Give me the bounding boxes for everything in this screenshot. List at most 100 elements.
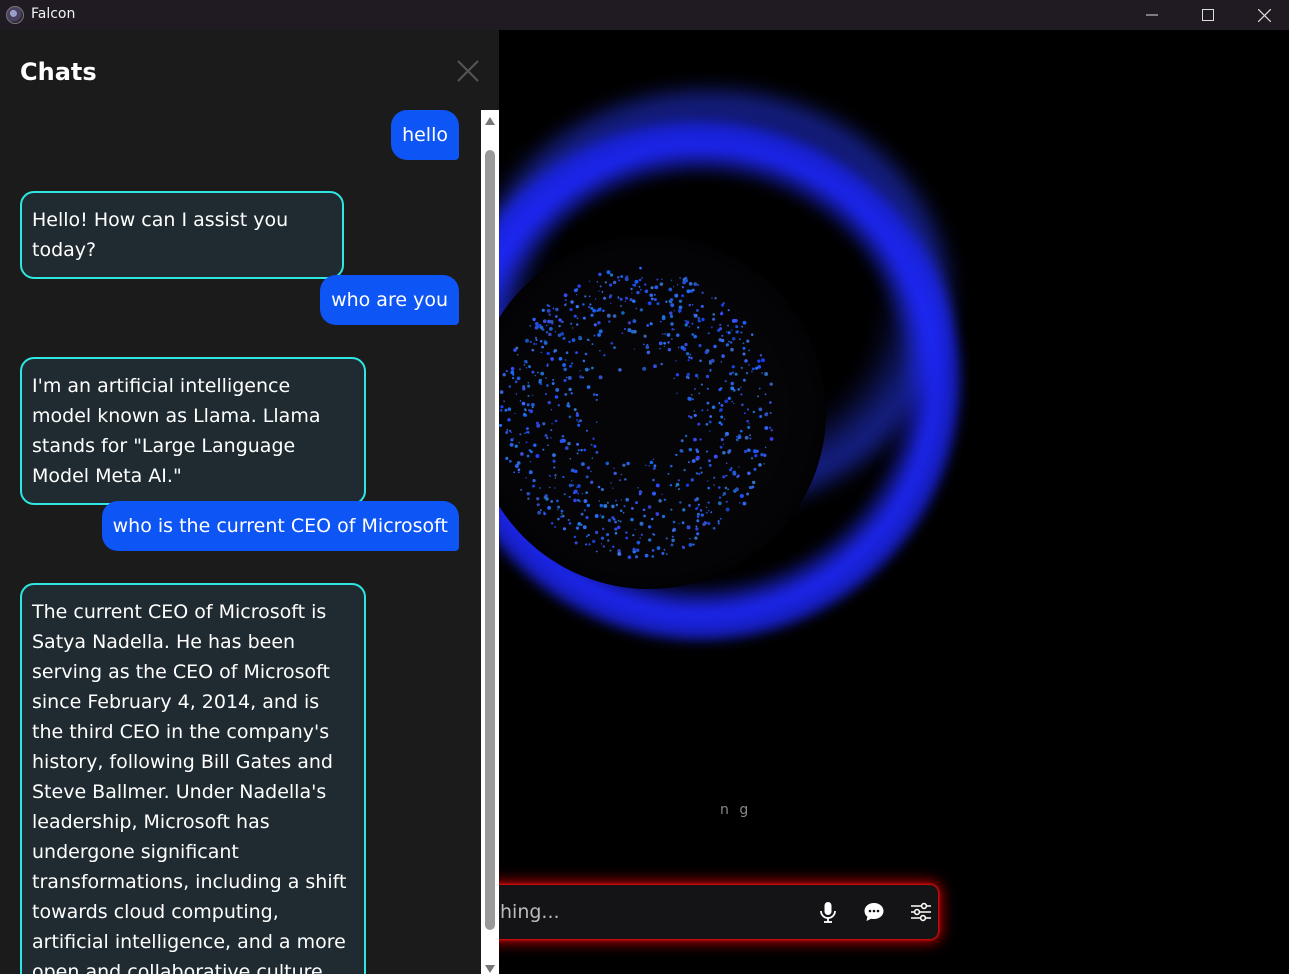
particle-dot <box>564 446 569 450</box>
particle-dot <box>712 313 715 316</box>
particle-dot <box>649 460 654 465</box>
particle-dot <box>626 461 630 466</box>
minimize-button[interactable] <box>1124 0 1180 30</box>
scroll-up-arrow-icon[interactable] <box>484 116 496 126</box>
particle-dot <box>555 387 560 392</box>
particle-dot <box>724 435 726 437</box>
particle-dot <box>765 412 769 415</box>
particle-dot <box>610 482 612 484</box>
particle-dot <box>575 486 578 489</box>
particle-dot <box>678 299 683 303</box>
microphone-icon[interactable] <box>816 900 840 924</box>
particle-dot <box>669 314 674 318</box>
particle-dot <box>571 480 573 482</box>
sliders-icon[interactable] <box>909 900 933 924</box>
particle-dot <box>717 501 722 506</box>
particle-dot <box>605 461 610 466</box>
maximize-icon <box>1202 9 1214 21</box>
particle-dot <box>695 525 698 528</box>
particle-dot <box>722 443 725 445</box>
particle-dot <box>525 431 528 434</box>
particle-dot <box>688 543 693 547</box>
particle-dot <box>546 364 549 367</box>
particle-dot <box>561 514 565 518</box>
particle-dot <box>579 375 583 379</box>
particle-dot <box>540 371 545 376</box>
particle-dot <box>656 278 659 281</box>
particle-dot <box>513 471 516 474</box>
particle-dot <box>693 410 696 412</box>
particle-dot <box>609 294 613 298</box>
particle-dot <box>721 311 723 314</box>
particle-dot <box>574 541 578 545</box>
particle-dot <box>500 405 504 409</box>
particle-dot <box>652 491 656 496</box>
particle-dot <box>697 377 699 379</box>
particle-dot <box>546 436 549 440</box>
particle-dot <box>589 303 592 306</box>
particle-dot <box>505 456 508 460</box>
close-window-button[interactable] <box>1236 0 1289 30</box>
scroll-down-arrow-icon[interactable] <box>484 964 496 974</box>
particle-dot <box>525 427 529 431</box>
particle-dot <box>748 349 750 352</box>
particle-dot <box>607 539 610 542</box>
particle-dot <box>670 508 673 511</box>
particle-dot <box>618 368 622 372</box>
particle-dot <box>653 293 656 296</box>
assistant-message: The current CEO of Microsoft is Satya Na… <box>20 583 366 974</box>
particle-dot <box>612 280 617 285</box>
particle-dot <box>731 318 736 323</box>
particle-dot <box>720 438 724 442</box>
particle-dot <box>741 403 744 407</box>
particle-dot <box>599 514 601 516</box>
user-message: who are you <box>320 275 459 325</box>
particle-dot <box>573 408 577 412</box>
particle-dot <box>670 279 673 282</box>
particle-dot <box>619 479 622 482</box>
close-panel-icon[interactable] <box>456 59 480 83</box>
particle-dot <box>686 372 690 377</box>
particle-dot <box>691 288 695 292</box>
particle-dot <box>739 429 743 433</box>
scroll-thumb[interactable] <box>485 150 495 930</box>
particle-dot <box>635 501 638 505</box>
particle-dot <box>550 409 553 411</box>
particle-dot <box>770 428 774 432</box>
particle-dot <box>763 463 765 465</box>
particle-dot <box>751 370 753 373</box>
particle-dot <box>585 429 588 432</box>
particle-dot <box>619 297 623 301</box>
particle-dot <box>583 509 586 512</box>
particle-dot <box>525 338 529 343</box>
particle-dot <box>691 398 694 401</box>
particle-dot <box>672 286 675 288</box>
particle-dot <box>617 519 620 522</box>
particle-dot <box>667 347 672 352</box>
particle-dot <box>568 340 571 344</box>
particle-dot <box>603 504 608 508</box>
particle-dot <box>699 438 702 441</box>
particle-dot <box>569 364 573 368</box>
particle-dot <box>537 510 541 515</box>
particle-dot <box>769 412 772 414</box>
particle-dot <box>579 370 581 372</box>
message-input[interactable]: hing... <box>500 901 560 923</box>
chat-bubble-icon[interactable] <box>862 900 886 924</box>
particle-dot <box>647 525 652 529</box>
particle-dot <box>591 457 594 459</box>
particle-dot <box>564 303 567 307</box>
particle-dot <box>644 283 647 286</box>
particle-dot <box>689 415 693 419</box>
particle-dot <box>598 290 600 292</box>
chat-scrollbar[interactable] <box>481 110 499 974</box>
particle-dot <box>576 442 580 446</box>
maximize-button[interactable] <box>1180 0 1236 30</box>
particle-dot <box>695 472 699 475</box>
particle-dot <box>696 283 700 287</box>
particle-dot <box>541 328 545 331</box>
message-input-bar[interactable]: hing... <box>470 885 938 939</box>
particle-dot <box>597 321 601 325</box>
particle-dot <box>747 471 751 476</box>
particle-dot <box>698 392 701 395</box>
